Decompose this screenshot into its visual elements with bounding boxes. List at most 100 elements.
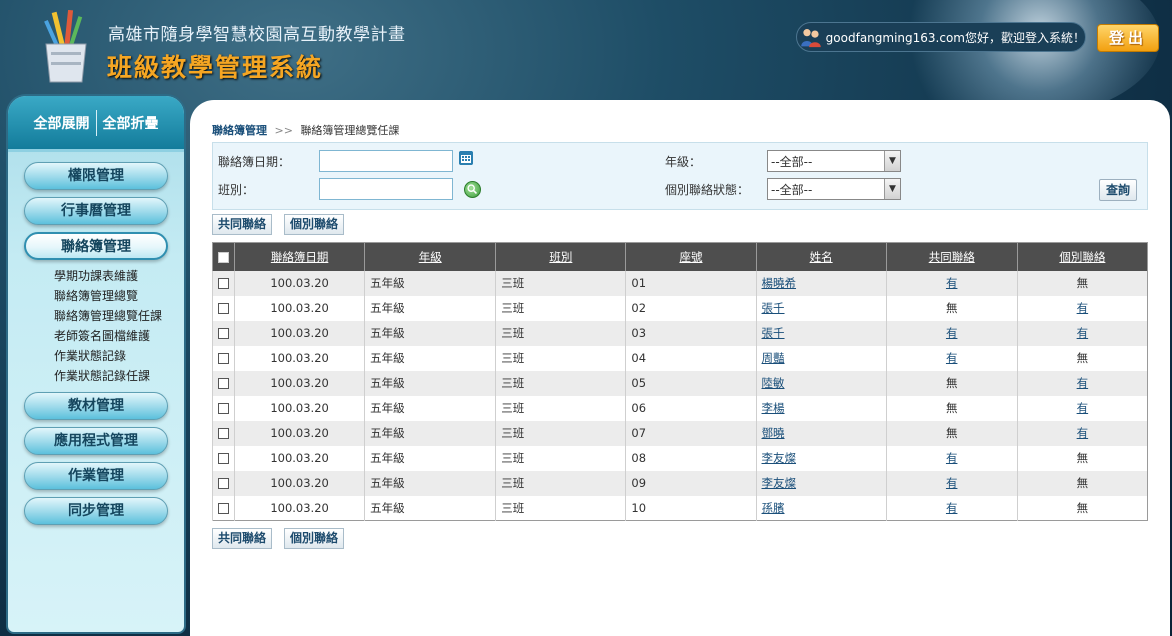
student-name-link[interactable]: 張千 — [762, 326, 785, 340]
date-input[interactable] — [319, 150, 453, 172]
select-all-checkbox[interactable] — [218, 251, 229, 263]
search-icon[interactable] — [464, 181, 481, 198]
cell-name: 陸敏 — [755, 370, 887, 396]
student-name-link[interactable]: 李友燦 — [762, 476, 797, 490]
cell-class: 三班 — [495, 420, 626, 446]
row-checkbox[interactable] — [218, 478, 229, 489]
breadcrumb-current: 聯絡簿管理總覽任課 — [300, 124, 400, 137]
row-checkbox[interactable] — [218, 353, 229, 364]
student-name-link[interactable]: 李友燦 — [762, 451, 797, 465]
query-button[interactable]: 查詢 — [1099, 179, 1137, 201]
sidebar-item-contact-book[interactable]: 聯絡簿管理 — [24, 232, 168, 260]
cell-name: 張千 — [755, 295, 887, 321]
common-contact-link[interactable]: 有 — [946, 351, 958, 365]
sidebar-item-homework[interactable]: 作業管理 — [24, 462, 168, 490]
site-title: 高雄市隨身學智慧校園高互動教學計畫 — [108, 25, 406, 45]
column-header-seat[interactable]: 座號 — [625, 242, 757, 271]
table-header-row: 聯絡簿日期 年級 班別 座號 姓名 共同聯絡 個別聯絡 — [211, 242, 1148, 271]
logout-button[interactable]: 登出 — [1097, 24, 1159, 52]
row-checkbox[interactable] — [218, 453, 229, 464]
sidebar-item-calendar[interactable]: 行事曆管理 — [24, 197, 168, 225]
common-contact-button-bottom[interactable]: 共同聯絡 — [212, 528, 273, 549]
student-name-link[interactable]: 陸敏 — [762, 376, 785, 390]
cell-date: 100.03.20 — [234, 370, 365, 396]
cell-grade: 五年級 — [364, 420, 496, 446]
row-checkbox[interactable] — [218, 303, 229, 314]
cell-common-text: 無 — [945, 401, 958, 415]
common-contact-link[interactable]: 有 — [946, 451, 958, 465]
cell-grade: 五年級 — [364, 445, 496, 471]
grade-select[interactable]: --全部-- ▼ — [767, 150, 901, 172]
status-select[interactable]: --全部-- ▼ — [767, 178, 901, 200]
submenu-item-semester-schedule[interactable]: 學期功課表維護 — [54, 266, 184, 286]
sidebar-item-permissions[interactable]: 權限管理 — [24, 162, 168, 190]
sidebar-item-materials[interactable]: 教材管理 — [24, 392, 168, 420]
column-header-common[interactable]: 共同聯絡 — [885, 242, 1018, 271]
column-header-class[interactable]: 班別 — [495, 242, 626, 271]
column-header-date[interactable]: 聯絡簿日期 — [234, 242, 365, 271]
sidebar-item-sync[interactable]: 同步管理 — [24, 497, 168, 525]
cell-name: 孫臏 — [755, 495, 887, 521]
collapse-all-button[interactable]: 全部折疊 — [97, 113, 165, 133]
cell-individual-text: 無 — [1076, 451, 1089, 465]
sidebar: 全部展開 全部折疊 權限管理 行事曆管理 聯絡簿管理 學期功課表維護 聯絡簿管理… — [6, 94, 186, 634]
sidebar-item-apps[interactable]: 應用程式管理 — [24, 427, 168, 455]
cell-common: 有 — [885, 470, 1018, 496]
student-name-link[interactable]: 楊曉希 — [762, 276, 797, 290]
student-name-link[interactable]: 張千 — [762, 301, 785, 315]
student-name-link[interactable]: 李楊 — [762, 401, 785, 415]
common-contact-button[interactable]: 共同聯絡 — [212, 214, 273, 235]
submenu-item-contact-overview-teaching[interactable]: 聯絡簿管理總覽任課 — [54, 306, 184, 326]
column-header-grade[interactable]: 年級 — [364, 242, 496, 271]
cell-name: 楊曉希 — [755, 270, 887, 296]
cell-date: 100.03.20 — [234, 470, 365, 496]
common-contact-link[interactable]: 有 — [946, 476, 958, 490]
column-header-individual[interactable]: 個別聯絡 — [1016, 242, 1148, 271]
row-checkbox[interactable] — [218, 328, 229, 339]
cell-date: 100.03.20 — [234, 395, 365, 421]
cell-date: 100.03.20 — [234, 495, 365, 521]
row-checkbox[interactable] — [218, 378, 229, 389]
header: 高雄市隨身學智慧校園高互動教學計畫 班級教學管理系統 goodfangming1… — [0, 0, 1172, 120]
row-checkbox[interactable] — [218, 502, 229, 514]
student-name-link[interactable]: 鄧曉 — [762, 426, 785, 440]
cell-individual-text: 無 — [1076, 276, 1089, 290]
users-icon — [801, 29, 821, 48]
breadcrumb-parent[interactable]: 聯絡簿管理 — [212, 124, 267, 137]
pencil-cup-logo-icon — [44, 10, 87, 83]
common-contact-link[interactable]: 有 — [946, 326, 958, 340]
row-select-cell — [211, 345, 235, 371]
row-checkbox[interactable] — [218, 278, 229, 289]
cell-individual: 有 — [1016, 395, 1148, 421]
individual-contact-link[interactable]: 有 — [1077, 301, 1089, 315]
row-checkbox[interactable] — [218, 403, 229, 414]
user-welcome-bar: goodfangming163.com您好，歡迎登入系統！ — [796, 22, 1086, 52]
individual-contact-button[interactable]: 個別聯絡 — [284, 214, 345, 235]
submenu-item-teacher-signature[interactable]: 老師簽名圖檔維護 — [54, 326, 184, 346]
common-contact-link[interactable]: 有 — [946, 276, 958, 290]
individual-contact-link[interactable]: 有 — [1077, 376, 1089, 390]
cell-date: 100.03.20 — [234, 320, 365, 346]
individual-contact-link[interactable]: 有 — [1077, 326, 1089, 340]
column-header-name[interactable]: 姓名 — [755, 242, 887, 271]
submenu-item-homework-status[interactable]: 作業狀態記錄 — [54, 346, 184, 366]
table-row: 100.03.20 五年級 三班 08 李友燦 有 無 — [211, 445, 1148, 471]
cell-grade: 五年級 — [364, 495, 496, 521]
table-row: 100.03.20 五年級 三班 03 張千 有 有 — [211, 320, 1148, 346]
individual-contact-button-bottom[interactable]: 個別聯絡 — [284, 528, 345, 549]
individual-contact-link[interactable]: 有 — [1077, 401, 1089, 415]
cell-individual: 有 — [1016, 320, 1148, 346]
cell-date: 100.03.20 — [234, 270, 365, 296]
student-name-link[interactable]: 孫臏 — [762, 501, 785, 515]
expand-all-button[interactable]: 全部展開 — [28, 113, 96, 133]
submenu-item-homework-status-teaching[interactable]: 作業狀態記錄任課 — [54, 366, 184, 386]
row-checkbox[interactable] — [218, 428, 229, 439]
submenu-item-contact-overview[interactable]: 聯絡簿管理總覽 — [54, 286, 184, 306]
common-contact-link[interactable]: 有 — [946, 501, 958, 515]
class-input[interactable] — [319, 178, 453, 200]
cell-name: 李友燦 — [755, 445, 887, 471]
student-name-link[interactable]: 周豔 — [762, 351, 785, 365]
individual-contact-link[interactable]: 有 — [1077, 426, 1089, 440]
calendar-icon[interactable] — [459, 151, 473, 165]
cell-name: 鄧曉 — [755, 420, 887, 446]
